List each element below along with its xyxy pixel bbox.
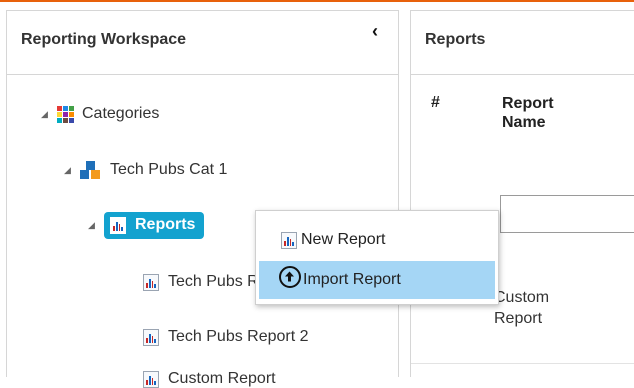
report-icon — [143, 328, 159, 346]
tree-node-label: Reports — [135, 216, 196, 233]
category-icon — [80, 161, 102, 179]
menu-item-import-report[interactable]: Import Report — [259, 261, 495, 299]
report-name-filter-input[interactable] — [500, 195, 634, 233]
tree-node-label: Categories — [82, 105, 160, 122]
tree-node-label: Tech Pubs Cat 1 — [110, 161, 228, 178]
report-icon — [281, 231, 297, 249]
collapse-panel-icon[interactable]: ‹ — [372, 21, 378, 42]
tree-node-label: Custom Report — [168, 370, 276, 387]
menu-item-label: New Report — [301, 231, 386, 248]
categories-grid-icon — [57, 105, 74, 123]
tree-node-categories[interactable]: ◢ Categories — [41, 105, 159, 123]
report-icon — [110, 216, 126, 234]
expand-arrow-icon[interactable]: ◢ — [64, 165, 80, 176]
panel-title: Reports — [425, 31, 486, 48]
expand-arrow-icon[interactable]: ◢ — [41, 109, 57, 120]
tree-node-label: Tech Pubs Report 2 — [168, 328, 309, 345]
report-name-cell[interactable]: Custom Report — [494, 287, 574, 329]
import-circle-icon — [279, 266, 301, 288]
tree-node-reports-folder[interactable]: ◢ Reports — [88, 212, 205, 239]
menu-item-new-report[interactable]: New Report — [259, 221, 495, 259]
report-icon — [143, 370, 159, 388]
selected-node-highlight[interactable]: Reports — [104, 212, 205, 239]
report-icon — [143, 273, 159, 291]
tree-node-category[interactable]: ◢ Tech Pubs Cat 1 — [64, 161, 227, 179]
column-header-number[interactable]: # — [431, 94, 440, 112]
right-panel-header: Reports — [411, 11, 634, 75]
top-accent-bar — [0, 0, 634, 2]
expand-arrow-icon[interactable]: ◢ — [88, 220, 104, 231]
left-panel-header: Reporting Workspace ‹ — [7, 11, 398, 75]
column-header-report-name[interactable]: Report Name — [502, 94, 572, 132]
tree-node-report[interactable]: Custom Report — [143, 370, 276, 388]
context-menu: New Report Import Report — [255, 210, 499, 305]
row-divider — [411, 363, 634, 364]
menu-item-label: Import Report — [303, 271, 401, 288]
tree-node-report[interactable]: Tech Pubs Report 2 — [143, 328, 309, 346]
reports-panel: Reports # Report Name 1 Custom Report — [410, 10, 634, 377]
panel-title: Reporting Workspace — [21, 31, 187, 48]
reporting-workspace-panel: Reporting Workspace ‹ ◢ Categories ◢ Tec… — [6, 10, 399, 388]
